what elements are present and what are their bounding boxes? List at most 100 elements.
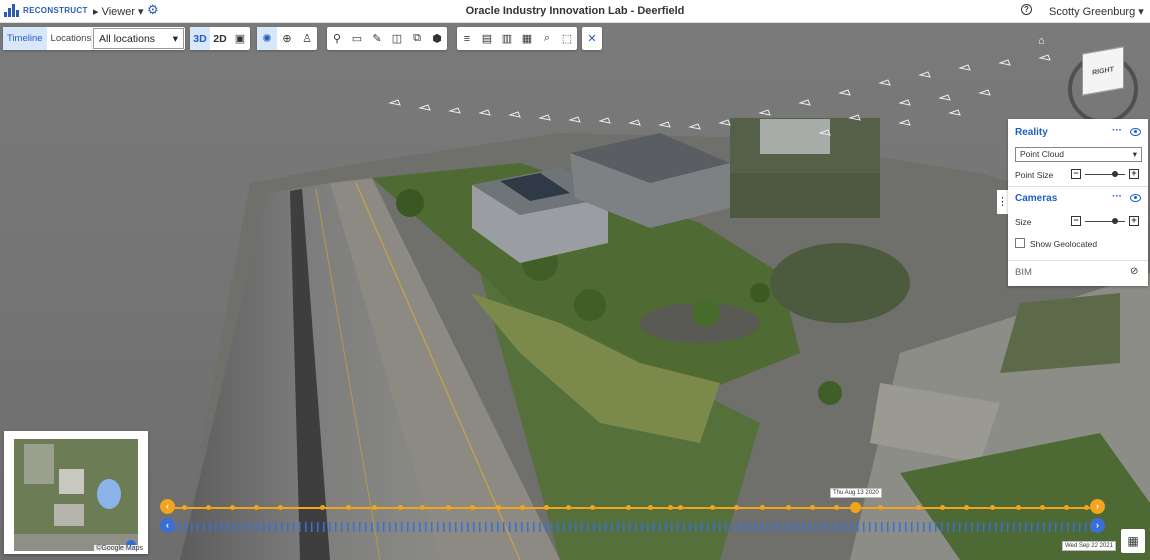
timeline-capture-dot[interactable] [420,505,425,510]
cameras-eye-icon[interactable] [1130,194,1141,202]
timeline-capture-dot[interactable] [278,505,283,510]
slider-track[interactable] [1085,174,1125,175]
dimension-toggle: 3D 2D ▣ [190,27,250,50]
timeline-capture-dot[interactable] [964,505,969,510]
reality-eye-icon[interactable] [1130,128,1141,136]
timeline-capture-dot[interactable] [254,505,259,510]
slider-knob[interactable] [1112,171,1118,177]
timeline-capture-dot[interactable] [1084,505,1089,510]
timeline-capture-dot[interactable] [916,505,921,510]
minus-icon[interactable]: − [1071,216,1081,226]
timeline-capture-dot[interactable] [810,505,815,510]
box-icon[interactable]: ⬢ [427,27,447,50]
screen-icon[interactable]: ◫ [387,27,407,50]
timeline-next-button[interactable]: › [1090,499,1105,514]
tab-timeline[interactable]: Timeline [3,27,47,50]
cameras-title: Cameras [1015,193,1058,204]
logo-icon [4,4,20,17]
pin-icon[interactable]: ⚲ [327,27,347,50]
timeline-capture-dot[interactable] [346,505,351,510]
timeline-capture-dot[interactable] [626,505,631,510]
pencil-icon[interactable]: ✎ [367,27,387,50]
target-icon[interactable]: ⊕ [277,27,297,50]
timeline-capture-dot[interactable] [206,505,211,510]
viewer-menu[interactable]: ▸ Viewer ▾ [93,5,144,18]
timeline-capture-dot[interactable] [544,505,549,510]
minimap[interactable]: ©Google Maps [4,431,148,554]
timeline-secondary-next-button[interactable]: › [1090,518,1105,533]
timeline-capture-dot[interactable] [446,505,451,510]
close-icon[interactable]: ✕ [582,27,602,50]
slider-track[interactable] [1085,221,1125,222]
timeline-capture-dot[interactable] [834,505,839,510]
timeline-capture-dot[interactable] [590,505,595,510]
timeline-capture-dot[interactable] [520,505,525,510]
timeline-capture-dot[interactable] [372,505,377,510]
cube-edit-icon[interactable]: ⧉ [407,27,427,50]
measure-icon[interactable]: ▭ [347,27,367,50]
point-size-slider[interactable]: − + [1071,169,1139,180]
location-select[interactable]: All locations ▾ [93,28,184,49]
timeline-capture-dot[interactable] [734,505,739,510]
cameras-more-icon[interactable]: ··· [1112,191,1122,202]
walk-icon[interactable]: ♙ [297,27,317,50]
camera-size-slider[interactable]: − + [1071,216,1139,227]
satellite-map[interactable] [14,439,138,551]
geolocated-checkbox[interactable] [1015,238,1025,248]
minus-icon[interactable]: − [1071,169,1081,179]
timeline-capture-dot[interactable] [496,505,501,510]
timeline-prev-button[interactable]: ‹ [160,499,175,514]
search-icon[interactable]: ⌕ [537,27,557,50]
photo-icon[interactable]: ▦ [517,27,537,50]
app-logo[interactable]: RECONSTRUCT [4,4,88,17]
timeline-capture-dot[interactable] [940,505,945,510]
user-menu[interactable]: Scotty Greenburg ▾ [1049,5,1144,18]
timeline-capture-dot[interactable] [990,505,995,510]
slider-knob[interactable] [1112,218,1118,224]
reality-source-value: Point Cloud [1020,149,1064,159]
orbit-icon[interactable]: ✺ [257,27,277,50]
reality-source-select[interactable]: Point Cloud ▾ [1015,147,1142,162]
timeline-capture-dot[interactable] [648,505,653,510]
reality-more-icon[interactable]: ··· [1112,125,1122,136]
view-2d-button[interactable]: 2D [210,27,230,50]
panel-collapse-handle[interactable]: ⋮ [997,190,1008,214]
timeline-capture-dot[interactable] [470,505,475,510]
select-icon[interactable]: ⬚ [557,27,577,50]
timeline-end-label: Wed Sep 22 2021 [1062,541,1116,551]
timeline-capture-dot[interactable] [786,505,791,510]
plus-icon[interactable]: + [1129,216,1139,226]
timeline-capture-dot[interactable] [1040,505,1045,510]
timeline-capture-dot[interactable] [878,505,883,510]
timeline-capture-dot[interactable] [320,505,325,510]
timeline-capture-dot[interactable] [668,505,673,510]
timeline-capture-dot[interactable] [398,505,403,510]
timeline-capture-dot[interactable] [1064,505,1069,510]
sort-icon[interactable]: ≡ [457,27,477,50]
eye-off-icon[interactable]: ⊘ [1130,266,1138,277]
timeline-capture-dot[interactable] [710,505,715,510]
timeline-secondary-track[interactable] [173,522,1095,532]
home-icon[interactable]: ⌂ [1038,35,1045,47]
gear-icon[interactable]: ⚙ [147,3,159,16]
timeline-track[interactable] [173,507,1095,509]
timeline-capture-dot[interactable] [678,505,683,510]
folder-icon[interactable]: ▥ [497,27,517,50]
briefcase-icon[interactable]: ▤ [477,27,497,50]
calendar-icon[interactable]: ▦ [1121,529,1145,553]
timeline-current-marker[interactable] [850,502,861,513]
image-icon[interactable]: ▣ [230,27,250,50]
timeline-capture-dot[interactable] [760,505,765,510]
timeline-capture-dot[interactable] [182,505,187,510]
timeline-capture-dot[interactable] [566,505,571,510]
point-cloud-viewport[interactable] [0,23,1150,560]
plus-icon[interactable]: + [1129,169,1139,179]
help-icon[interactable]: ? [1021,4,1032,15]
timeline-capture-dot[interactable] [1016,505,1021,510]
timeline-capture-dot[interactable] [230,505,235,510]
tab-locations[interactable]: Locations [47,27,96,50]
view-cube[interactable]: RIGHT [1082,46,1124,96]
view-3d-button[interactable]: 3D [190,27,210,50]
timeline-secondary-prev-button[interactable]: ‹ [160,518,175,533]
geolocated-label: Show Geolocated [1030,239,1098,249]
